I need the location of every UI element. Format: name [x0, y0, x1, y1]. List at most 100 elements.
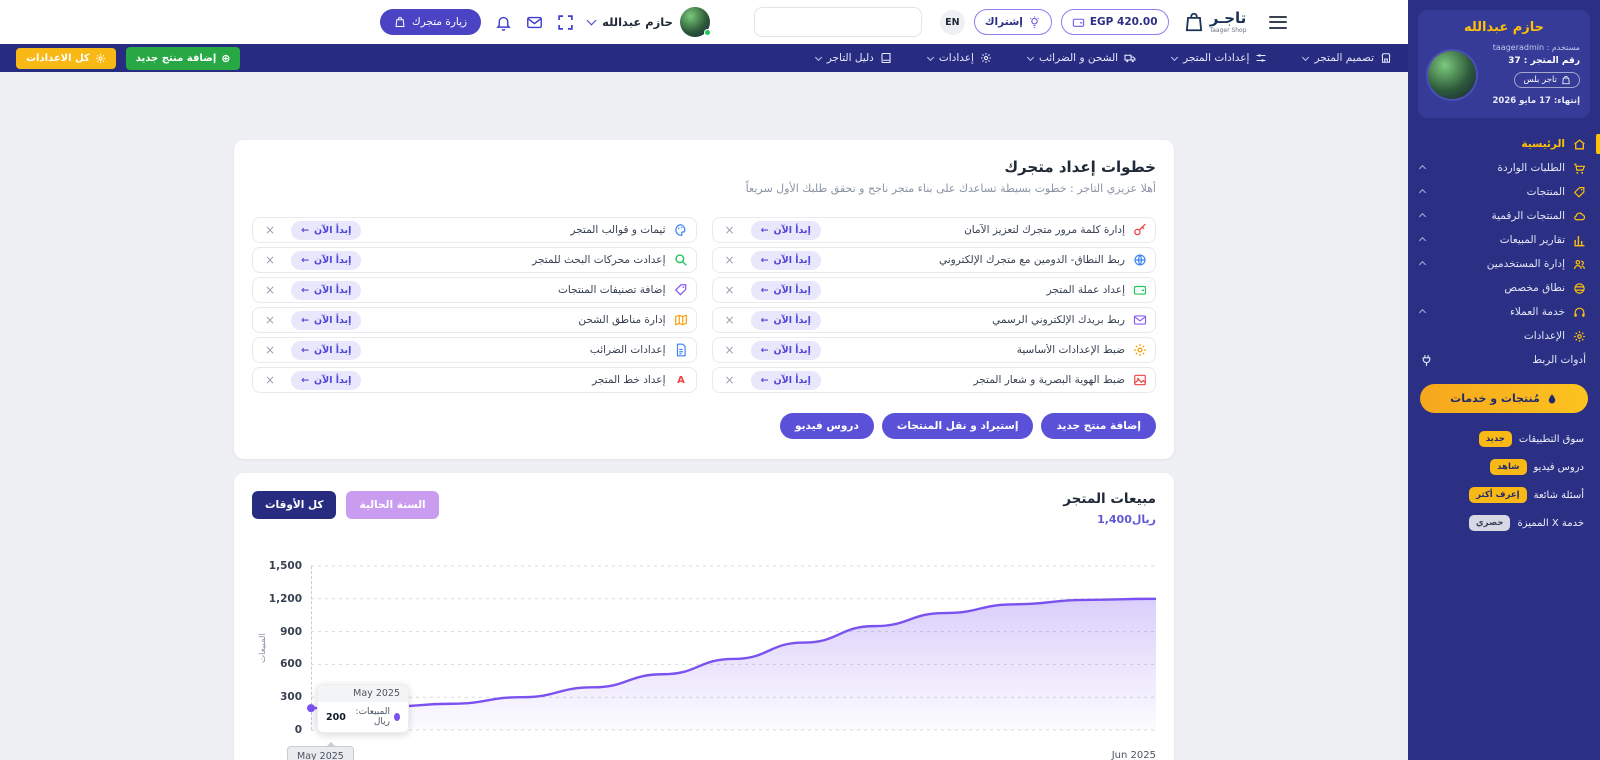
footer-action-button[interactable]: دروس فيديو [780, 413, 874, 439]
sidebar-item-tag[interactable]: المنتجات [1408, 180, 1600, 204]
visit-store-button[interactable]: زيارة متجرك [380, 9, 482, 35]
promo-badge: جديد [1478, 431, 1512, 447]
nav-item-book[interactable]: دليل التاجر [814, 52, 892, 64]
start-now-button[interactable]: إبدأ الآن ← [750, 340, 821, 360]
sidebar-item-cart[interactable]: الطلبات الواردة [1408, 156, 1600, 180]
user-menu[interactable]: حازم عبدالله [586, 7, 711, 37]
chart-plot-area[interactable]: May 2025 المبيعات: ريال 200 May 2025 Jun… [287, 565, 1157, 760]
all-settings-button[interactable]: كل الاعدادات [16, 47, 116, 69]
nav-item-label: الشحن و الضرائب [1038, 52, 1119, 64]
chart-canvas [307, 565, 1157, 731]
sidebar-item-cloud[interactable]: المنتجات الرقمية [1408, 204, 1600, 228]
subscribe-pill[interactable]: إشتراك [973, 9, 1052, 35]
avatar[interactable] [679, 7, 711, 37]
setup-step-label: ربط بريدك الإلكتروني الرسمي [992, 314, 1125, 326]
dismiss-step-icon[interactable]: × [725, 254, 735, 266]
products-services-button[interactable]: مُنتجات و خدمات [1420, 384, 1588, 413]
setup-step-label: ضبط الإعدادات الأساسية [1016, 344, 1125, 356]
checklist-column-left: ثيمات و قوالب المتجر إبدأ الآن ← × إعدادت مح… [252, 217, 697, 393]
promo-link[interactable]: خدمة X المميزة حصري [1408, 509, 1600, 537]
sidebar-item-gear[interactable]: الإعدادات [1408, 324, 1600, 348]
arrow-left-icon: ← [301, 254, 310, 266]
chart-tooltip: May 2025 المبيعات: ريال 200 [317, 684, 409, 733]
start-now-button[interactable]: إبدأ الآن ← [750, 220, 821, 240]
start-now-button[interactable]: إبدأ الآن ← [750, 310, 821, 330]
start-now-button[interactable]: إبدأ الآن ← [291, 250, 362, 270]
map-icon [674, 313, 688, 327]
dismiss-step-icon[interactable]: × [265, 224, 275, 236]
dismiss-step-icon[interactable]: × [725, 284, 735, 296]
balance-value: EGP 420.00 [1089, 16, 1158, 28]
sidebar-item-chart[interactable]: تقارير المبيعات [1408, 228, 1600, 252]
profile-store-number: رقم المتجر : 37 [1508, 56, 1580, 66]
dismiss-step-icon[interactable]: × [725, 374, 735, 386]
dismiss-step-icon[interactable]: × [725, 344, 735, 356]
nav-item-gear[interactable]: إعدادات [926, 52, 992, 64]
dismiss-step-icon[interactable]: × [265, 284, 275, 296]
dismiss-step-icon[interactable]: × [725, 224, 735, 236]
bell-icon[interactable] [495, 14, 512, 31]
sidebar-item-label: خدمة العملاء [1509, 306, 1565, 318]
setup-step-label: إدارة مناطق الشحن [578, 314, 666, 326]
language-toggle[interactable]: EN [939, 9, 965, 35]
sidebar-item-label: المنتجات الرقمية [1491, 210, 1565, 222]
setup-step-label: إعدادات الضرائب [589, 344, 666, 356]
truck-icon [1124, 52, 1136, 64]
start-now-button[interactable]: إبدأ الآن ← [291, 340, 362, 360]
mail-icon[interactable] [526, 14, 543, 31]
sidebar-item-globe2[interactable]: نطاق مخصص [1408, 276, 1600, 300]
nav-item-truck[interactable]: الشحن و الضرائب [1026, 52, 1136, 64]
nav-item-label: تصميم المتجر [1314, 52, 1374, 64]
setup-step-row: ضبط الإعدادات الأساسية إبدأ الآن ← × [711, 337, 1156, 363]
dismiss-step-icon[interactable]: × [265, 314, 275, 326]
dismiss-step-icon[interactable]: × [265, 374, 275, 386]
sidebar-item-users[interactable]: إدارة المستخدمين [1408, 252, 1600, 276]
profile-name: حازم عبدالله [1463, 20, 1544, 35]
subscribe-label: إشتراك [984, 16, 1023, 28]
sidebar-item-label: المنتجات [1526, 186, 1565, 198]
setup-step-row: ربط بريدك الإلكتروني الرسمي إبدأ الآن ← × [711, 307, 1156, 333]
hamburger-menu-icon[interactable] [1268, 12, 1287, 32]
footer-action-button[interactable]: إضافة منتج جديد [1041, 413, 1156, 439]
tab-all-time[interactable]: كل الأوقات [252, 491, 337, 519]
promo-link[interactable]: أسئلة شائعة إعرف أكثر [1408, 481, 1600, 509]
start-now-button[interactable]: إبدأ الآن ← [750, 370, 821, 390]
gear-icon [1133, 343, 1147, 357]
fullscreen-icon[interactable] [557, 14, 574, 31]
promo-link[interactable]: سوق التطبيقات جديد [1408, 425, 1600, 453]
start-now-button[interactable]: إبدأ الآن ← [750, 250, 821, 270]
sidebar-item-home[interactable]: الرئيسية [1408, 132, 1600, 156]
dismiss-step-icon[interactable]: × [265, 344, 275, 356]
start-now-button[interactable]: إبدأ الآن ← [291, 280, 362, 300]
nav-item-store[interactable]: تصميم المتجر [1302, 52, 1392, 64]
arrow-left-icon: ← [760, 314, 769, 326]
y-tick-label: 300 [280, 691, 302, 704]
tab-current-year[interactable]: السنة الحالية [346, 491, 439, 519]
nav-item-sliders[interactable]: إعدادات المتجر [1171, 52, 1267, 64]
start-now-label: إبدأ الآن [773, 254, 811, 266]
balance-pill[interactable]: EGP 420.00 [1060, 9, 1169, 35]
sidebar-item-plug[interactable]: أدوات الربط [1408, 348, 1600, 372]
footer-action-button[interactable]: إستيراد و نقل المنتجات [881, 413, 1034, 439]
sidebar-item-label: نطاق مخصص [1504, 282, 1565, 294]
dismiss-step-icon[interactable]: × [725, 314, 735, 326]
plan-badge: تاجر بلس [1514, 72, 1580, 88]
start-now-button[interactable]: إبدأ الآن ← [750, 280, 821, 300]
start-now-button[interactable]: إبدأ الآن ← [291, 220, 362, 240]
dismiss-step-icon[interactable]: × [265, 254, 275, 266]
start-now-button[interactable]: إبدأ الآن ← [291, 310, 362, 330]
promo-badge: إعرف أكثر [1469, 487, 1527, 503]
start-now-button[interactable]: إبدأ الآن ← [291, 370, 362, 390]
add-product-button[interactable]: ⊕ إضافة منتج جديد [125, 46, 241, 70]
top-header: زيارة متجرك حازم عبدالله EN إشتراك EGP 4… [0, 0, 1408, 44]
chevron-down-icon [1026, 53, 1034, 61]
y-axis-ticks: 0 300 600 900 1,200 1,500 [264, 560, 306, 736]
headset-icon [1573, 306, 1586, 319]
y-tick-label: 600 [280, 658, 302, 671]
sidebar-item-headset[interactable]: خدمة العملاء [1408, 300, 1600, 324]
promo-link[interactable]: دروس فيديو شاهد [1408, 453, 1600, 481]
sidebar-item-label: الطلبات الواردة [1497, 162, 1565, 174]
start-now-label: إبدأ الآن [314, 224, 352, 236]
search-input[interactable] [753, 7, 922, 37]
search-icon [674, 253, 688, 267]
